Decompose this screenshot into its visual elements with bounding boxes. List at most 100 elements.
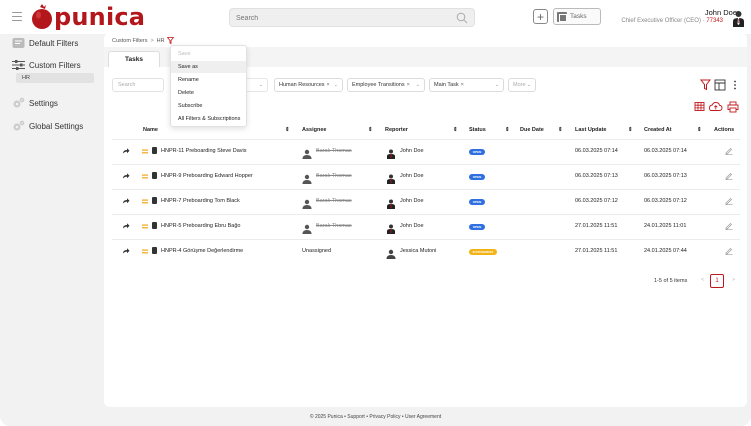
edit-icon[interactable]: [725, 222, 733, 230]
sort-icon[interactable]: ⇕: [558, 127, 563, 133]
table-view-icon[interactable]: [694, 102, 705, 111]
reporter[interactable]: John Doe: [400, 173, 424, 179]
menu-item-subscribe[interactable]: Subscribe: [171, 100, 246, 112]
filter-icon[interactable]: [700, 79, 712, 91]
created-at: 06.03.2025 07:12: [644, 198, 687, 204]
tasks-button-label: Tasks: [570, 13, 587, 20]
sort-icon[interactable]: ⇕: [697, 127, 702, 133]
reporter-avatar-icon: [386, 221, 396, 234]
sort-icon[interactable]: ⇕: [453, 127, 458, 133]
column-header-status[interactable]: Status: [469, 127, 486, 133]
breadcrumb-root[interactable]: Custom Filters: [112, 38, 147, 44]
pagination-prev[interactable]: <: [701, 277, 704, 283]
assignee[interactable]: Unassigned: [302, 248, 331, 254]
more-label: More: [513, 82, 526, 88]
footer: © 2025 Punica • Support • Privacy Policy…: [309, 414, 442, 420]
task-name[interactable]: HNPR-4 Görüşme Değerlendirme: [161, 248, 243, 254]
assignee-avatar-icon: [302, 146, 312, 159]
cloud-upload-icon[interactable]: [709, 102, 723, 111]
task-type-icon: [152, 172, 157, 179]
table-row[interactable]: HNPR-7 Preboarding Tom Black Barak Thomas…: [112, 189, 740, 214]
table-row[interactable]: HNPR-9 Preboarding Edward Hopper Barak Th…: [112, 164, 740, 189]
tab-tasks[interactable]: Tasks: [108, 51, 160, 67]
assignee[interactable]: Barak Thomas: [316, 223, 352, 229]
remove-chip-icon[interactable]: ×: [407, 82, 410, 88]
filter-chip-category[interactable]: Employee Transitions × ⌄: [347, 78, 425, 92]
more-vertical-icon[interactable]: [734, 80, 736, 90]
reporter[interactable]: John Doe: [400, 148, 424, 154]
assignee[interactable]: Barak Thomas: [316, 148, 352, 154]
task-name[interactable]: HNPR-9 Preboarding Edward Hopper: [161, 173, 253, 179]
share-arrow-icon[interactable]: [122, 172, 130, 180]
menu-item-all-filters[interactable]: All Filters & Subscriptions: [171, 113, 246, 125]
column-header-last-update[interactable]: Last Update: [575, 127, 606, 133]
columns-icon[interactable]: [714, 79, 726, 91]
remove-chip-icon[interactable]: ×: [461, 82, 464, 88]
pagination-page-current[interactable]: 1: [710, 274, 724, 288]
filter-chip-department[interactable]: Human Resources × ⌄: [274, 78, 343, 92]
gears-icon: [13, 97, 25, 108]
search-icon[interactable]: [456, 12, 468, 24]
filter-chip-task-type[interactable]: Main Task × ⌄: [429, 78, 504, 92]
status-badge[interactable]: OPEN: [469, 149, 485, 155]
status-badge[interactable]: IN PROGRESS: [469, 249, 497, 255]
column-header-reporter[interactable]: Reporter: [385, 127, 408, 133]
tasks-button[interactable]: Tasks: [553, 8, 601, 25]
assignee[interactable]: Barak Thomas: [316, 173, 352, 179]
filter-search-input[interactable]: Search: [112, 78, 164, 92]
sort-icon[interactable]: ⇕: [505, 127, 510, 133]
column-header-actions: Actions: [714, 127, 735, 133]
reporter[interactable]: Jessica Mutoni: [400, 248, 436, 254]
status-badge[interactable]: OPEN: [469, 199, 485, 205]
edit-icon[interactable]: [725, 197, 733, 205]
task-name[interactable]: HNPR-7 Preboarding Tom Black: [161, 198, 240, 204]
share-arrow-icon[interactable]: [122, 222, 130, 230]
status-badge[interactable]: OPEN: [469, 224, 485, 230]
status-badge[interactable]: OPEN: [469, 174, 485, 180]
remove-chip-icon[interactable]: ×: [327, 82, 330, 88]
add-button[interactable]: +: [533, 9, 548, 24]
global-search-input[interactable]: [236, 11, 446, 25]
app-window: punica + Tasks John Doe Chief Executive …: [0, 0, 751, 426]
user-avatar-icon[interactable]: [732, 10, 745, 27]
task-name[interactable]: HNPR-5 Preboarding Ebru Bağo: [161, 223, 241, 229]
table-row[interactable]: HNPR-11 Preboarding Steve Davis Barak Tho…: [112, 139, 740, 164]
task-name[interactable]: HNPR-11 Preboarding Steve Davis: [161, 148, 247, 154]
menu-item-rename[interactable]: Rename: [171, 74, 246, 86]
column-header-assignee[interactable]: Assignee: [302, 127, 326, 133]
reporter[interactable]: John Doe: [400, 198, 424, 204]
share-arrow-icon[interactable]: [122, 147, 130, 155]
edit-icon[interactable]: [725, 247, 733, 255]
last-update: 27.01.2025 11:51: [575, 248, 618, 254]
sidebar-item-default-filters[interactable]: Default Filters: [12, 36, 78, 50]
column-header-due-date[interactable]: Due Date: [520, 127, 544, 133]
hamburger-menu-icon[interactable]: [12, 12, 22, 21]
filter-more-button[interactable]: More ⌄: [508, 78, 536, 92]
sidebar-item-settings[interactable]: Settings: [12, 96, 58, 110]
table-row[interactable]: HNPR-4 Görüşme Değerlendirme Unassigned Je…: [112, 239, 740, 264]
edit-icon[interactable]: [725, 172, 733, 180]
global-search[interactable]: [229, 8, 475, 27]
app-logo[interactable]: punica: [31, 3, 145, 31]
column-header-created-at[interactable]: Created At: [644, 127, 672, 133]
print-icon[interactable]: [727, 101, 739, 113]
column-header-name[interactable]: Name: [143, 127, 158, 133]
menu-item-save-as[interactable]: Save as: [171, 61, 246, 73]
share-arrow-icon[interactable]: [122, 247, 130, 255]
sidebar-item-custom-filters[interactable]: Custom Filters: [12, 58, 81, 72]
table-row[interactable]: HNPR-5 Preboarding Ebru Bağo Barak Thomas…: [112, 214, 740, 239]
sort-icon[interactable]: ⇕: [368, 127, 373, 133]
filter-options-icon[interactable]: [166, 37, 174, 44]
reporter[interactable]: John Doe: [400, 223, 424, 229]
task-type-icon: [152, 197, 157, 204]
share-arrow-icon[interactable]: [122, 197, 130, 205]
sidebar-subitem-hr[interactable]: HR: [16, 73, 94, 83]
assignee[interactable]: Barak Thomas: [316, 198, 352, 204]
breadcrumb: Custom Filters > HR: [112, 37, 174, 44]
sort-icon[interactable]: ⇕: [285, 127, 290, 133]
pagination-next[interactable]: >: [732, 277, 735, 283]
sidebar-item-global-settings[interactable]: Global Settings: [12, 119, 83, 133]
edit-icon[interactable]: [725, 147, 733, 155]
sort-icon[interactable]: ⇕: [628, 127, 633, 133]
menu-item-delete[interactable]: Delete: [171, 87, 246, 99]
